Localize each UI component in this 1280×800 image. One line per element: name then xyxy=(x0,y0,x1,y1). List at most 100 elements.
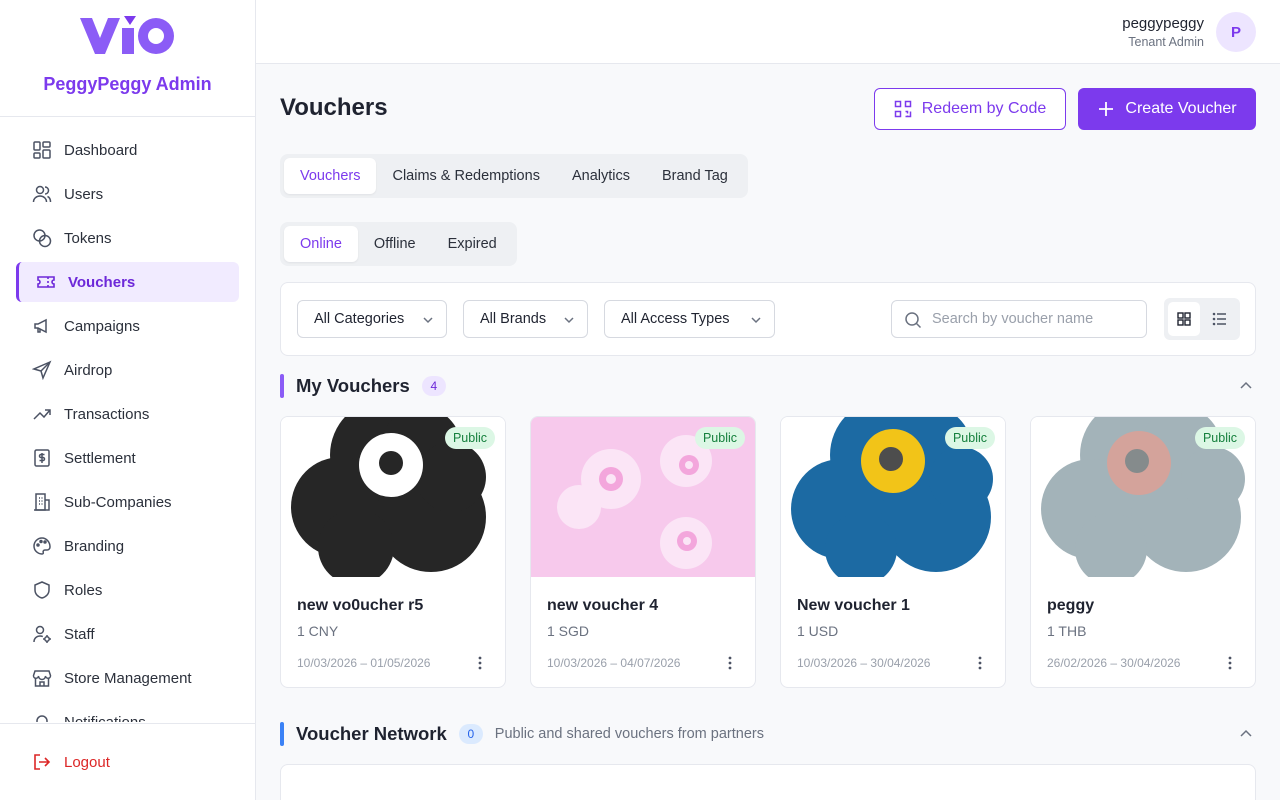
more-vertical-icon[interactable] xyxy=(473,655,487,671)
access-type-select[interactable]: All Access Types xyxy=(604,300,775,338)
sidebar-item-settlement[interactable]: Settlement xyxy=(16,438,239,478)
search-input[interactable]: Search by voucher name xyxy=(891,300,1147,338)
voucher-dates: 10/03/2026 – 30/04/2026 xyxy=(797,656,931,670)
bell-icon xyxy=(36,715,48,722)
voucher-name: new voucher 4 xyxy=(547,597,659,614)
more-vertical-icon[interactable] xyxy=(973,655,987,671)
tab-offline[interactable]: Offline xyxy=(358,226,432,262)
chevron-down-icon xyxy=(751,317,761,324)
chevron-down-icon xyxy=(564,317,574,324)
users-icon xyxy=(32,185,52,203)
store-icon xyxy=(32,670,52,687)
my-vouchers-header[interactable]: My Vouchers 4 xyxy=(280,374,1256,398)
tab-online[interactable]: Online xyxy=(284,226,358,262)
tab-expired[interactable]: Expired xyxy=(432,226,513,262)
voucher-price: 1 THB xyxy=(1047,623,1087,639)
dollar-receipt-icon xyxy=(34,449,50,467)
sidebar: PeggyPeggy Admin Dashboard Users Tokens … xyxy=(0,0,256,800)
voucher-name: New voucher 1 xyxy=(797,597,910,614)
logout-button[interactable]: Logout xyxy=(32,752,110,772)
more-vertical-icon[interactable] xyxy=(1223,655,1237,671)
sidebar-item-label: Vouchers xyxy=(68,273,136,291)
voucher-name: new vo0ucher r5 xyxy=(297,597,424,614)
filter-bar: All Categories All Brands All Access Typ… xyxy=(280,282,1256,356)
avatar[interactable]: P xyxy=(1216,12,1256,52)
main-tabs: Vouchers Claims & Redemptions Analytics … xyxy=(280,154,748,198)
sidebar-item-notifications[interactable]: Notifications xyxy=(16,702,239,722)
ticket-icon xyxy=(37,276,55,288)
sidebar-item-label: Settlement xyxy=(64,449,136,467)
create-button-label: Create Voucher xyxy=(1125,100,1237,117)
my-vouchers-title: My Vouchers xyxy=(296,375,410,396)
sidebar-brand: PeggyPeggy Admin xyxy=(0,0,255,117)
logout-section: Logout xyxy=(0,723,255,800)
voucher-price: 1 SGD xyxy=(547,623,590,639)
sidebar-item-label: Campaigns xyxy=(64,317,140,335)
org-name: PeggyPeggy Admin xyxy=(43,74,212,94)
voucher-price: 1 USD xyxy=(797,623,839,639)
logout-label: Logout xyxy=(64,753,110,771)
sidebar-item-users[interactable]: Users xyxy=(16,174,239,214)
sidebar-item-vouchers[interactable]: Vouchers xyxy=(16,262,239,302)
voucher-card[interactable]: Public New voucher 1 1 USD 10/03/2026 – … xyxy=(780,416,1006,688)
chevron-up-icon[interactable] xyxy=(1238,378,1254,394)
send-icon xyxy=(32,360,52,380)
sidebar-item-airdrop[interactable]: Airdrop xyxy=(16,350,239,390)
sidebar-item-label: Users xyxy=(64,185,104,203)
create-voucher-button[interactable]: Create Voucher xyxy=(1078,88,1256,130)
voucher-card[interactable]: Public new vo0ucher r5 1 CNY 10/03/2026 … xyxy=(280,416,506,688)
brand-select[interactable]: All Brands xyxy=(463,300,588,338)
chevron-down-icon xyxy=(423,317,433,324)
vio-logo[interactable] xyxy=(78,14,178,58)
shield-icon xyxy=(34,581,50,599)
user-name: peggypeggy xyxy=(1122,15,1204,32)
user-cog-icon xyxy=(33,625,51,643)
public-badge: Public xyxy=(444,427,495,449)
sidebar-nav: Dashboard Users Tokens Vouchers Campaign… xyxy=(16,130,239,722)
public-badge: Public xyxy=(694,427,745,449)
sidebar-item-label: Airdrop xyxy=(64,361,113,379)
voucher-card[interactable]: Public new voucher 4 1 SGD 10/03/2026 – … xyxy=(530,416,756,688)
logout-icon xyxy=(34,754,51,770)
voucher-network-header[interactable]: Voucher Network 0 Public and shared vouc… xyxy=(280,722,1256,746)
public-badge: Public xyxy=(1194,427,1245,449)
category-select[interactable]: All Categories xyxy=(297,300,447,338)
sidebar-item-dashboard[interactable]: Dashboard xyxy=(16,130,239,170)
view-toggle xyxy=(1164,298,1240,340)
tab-vouchers[interactable]: Vouchers xyxy=(284,158,377,194)
sidebar-item-campaigns[interactable]: Campaigns xyxy=(16,306,239,346)
chevron-up-icon[interactable] xyxy=(1238,726,1254,742)
sidebar-item-branding[interactable]: Branding xyxy=(16,526,239,566)
voucher-dates: 10/03/2026 – 01/05/2026 xyxy=(297,656,431,670)
tab-analytics[interactable]: Analytics xyxy=(556,158,646,194)
voucher-network-subtitle: Public and shared vouchers from partners xyxy=(494,726,764,742)
page-title: Vouchers xyxy=(280,94,388,121)
tokens-icon xyxy=(33,229,52,248)
building-icon xyxy=(34,493,50,511)
grid-view-button[interactable] xyxy=(1168,302,1200,336)
user-role: Tenant Admin xyxy=(1128,35,1204,49)
sidebar-item-sub-companies[interactable]: Sub-Companies xyxy=(16,482,239,522)
sidebar-item-label: Dashboard xyxy=(64,141,138,159)
sidebar-item-tokens[interactable]: Tokens xyxy=(16,218,239,258)
sidebar-item-label: Sub-Companies xyxy=(64,493,172,511)
redeem-by-code-button[interactable]: Redeem by Code xyxy=(874,88,1066,130)
sidebar-item-transactions[interactable]: Transactions xyxy=(16,394,239,434)
qr-code-icon xyxy=(894,100,911,118)
plus-icon xyxy=(1099,102,1114,116)
user-info[interactable]: peggypeggy Tenant Admin xyxy=(1122,15,1204,49)
sidebar-item-label: Tokens xyxy=(64,229,112,247)
sidebar-item-label: Store Management xyxy=(64,669,192,687)
topbar: peggypeggy Tenant Admin P xyxy=(256,0,1280,64)
list-view-button[interactable] xyxy=(1204,302,1236,336)
sidebar-item-staff[interactable]: Staff xyxy=(16,614,239,654)
sidebar-item-roles[interactable]: Roles xyxy=(16,570,239,610)
access-type-select-value: All Access Types xyxy=(621,311,730,327)
more-vertical-icon[interactable] xyxy=(723,655,737,671)
tab-claims-redemptions[interactable]: Claims & Redemptions xyxy=(376,158,555,194)
tab-brand-tag[interactable]: Brand Tag xyxy=(646,158,744,194)
sidebar-item-store-management[interactable]: Store Management xyxy=(16,658,239,698)
voucher-card[interactable]: Public peggy 1 THB 26/02/2026 – 30/04/20… xyxy=(1030,416,1256,688)
voucher-network-panel xyxy=(280,764,1256,800)
section-accent-bar xyxy=(280,374,284,398)
